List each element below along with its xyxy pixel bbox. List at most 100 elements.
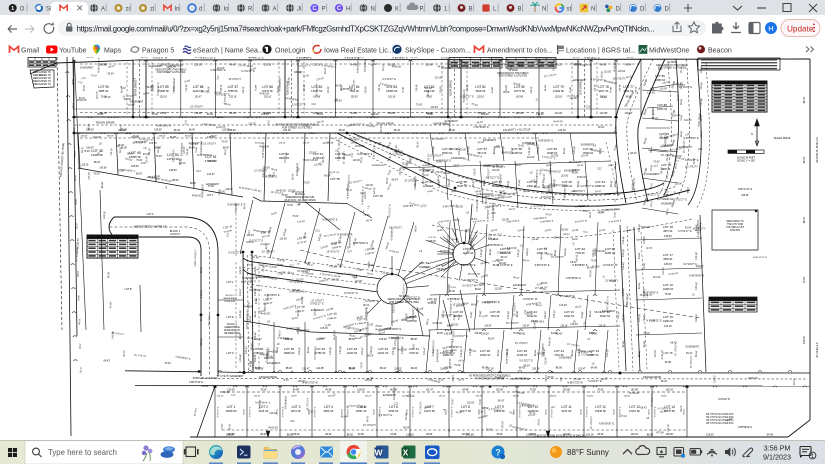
svg-text:68.42': 68.42': [597, 434, 604, 436]
svg-text:8506 SF: 8506 SF: [663, 258, 673, 261]
svg-text:N 89°58'00" E: N 89°58'00" E: [436, 160, 452, 163]
svg-text:D: D: [616, 7, 621, 13]
svg-text:75.00': 75.00': [164, 362, 171, 365]
svg-text:125.00': 125.00': [123, 98, 131, 101]
svg-text:125.00': 125.00': [581, 154, 590, 157]
svg-text:S 89°27'33" E: S 89°27'33" E: [460, 264, 475, 267]
svg-text:EASEMENT: EASEMENT: [267, 362, 281, 365]
svg-text:75.00': 75.00': [367, 323, 374, 326]
svg-text:N 89°58'00" E: N 89°58'00" E: [599, 422, 615, 425]
svg-text:75.00': 75.00': [136, 159, 143, 162]
svg-text:S 0°02'27" E: S 0°02'27" E: [441, 315, 455, 318]
svg-text:75.00': 75.00': [486, 428, 493, 431]
svg-text:EASEMENT: EASEMENT: [581, 143, 595, 146]
svg-text:15' UTILITY: 15' UTILITY: [249, 289, 262, 292]
svg-text:N 89°58'00" E: N 89°58'00" E: [262, 142, 266, 158]
svg-text:75.00': 75.00': [416, 103, 423, 106]
svg-text:68.42': 68.42': [472, 180, 476, 187]
svg-text:135.00': 135.00': [436, 269, 444, 271]
svg-text:75.00': 75.00': [412, 343, 415, 350]
svg-text:88.00': 88.00': [489, 248, 493, 255]
svg-text:R=60.00': R=60.00': [260, 93, 270, 96]
svg-text:64.99': 64.99': [591, 367, 598, 370]
svg-text:68.42': 68.42': [339, 129, 346, 132]
svg-text:GREENSPACE: GREENSPACE: [223, 297, 237, 300]
svg-text:GINGER DRIVE: GINGER DRIVE: [643, 376, 662, 379]
svg-text:88.00': 88.00': [255, 367, 262, 370]
svg-text:75.00': 75.00': [479, 398, 482, 405]
svg-text:FOR STREET & UTILITIES: FOR STREET & UTILITIES: [389, 301, 419, 304]
svg-text:8837 SF: 8837 SF: [663, 230, 673, 233]
svg-text:96.04': 96.04': [493, 265, 500, 267]
svg-text:125.00': 125.00': [264, 302, 267, 311]
svg-text:LOT 33: LOT 33: [347, 347, 358, 351]
svg-text:C12: C12: [284, 152, 287, 157]
svg-text:FOR STREET & UTILITIES: FOR STREET & UTILITIES: [499, 76, 528, 78]
svg-text:131.47': 131.47': [239, 287, 242, 296]
svg-text:EASEMENT: EASEMENT: [451, 157, 465, 160]
svg-text:125.00': 125.00': [373, 408, 375, 415]
svg-text:64.99': 64.99': [109, 301, 112, 308]
svg-text:110.00': 110.00': [430, 106, 438, 109]
svg-text:120.16': 120.16': [283, 129, 291, 132]
svg-text:S 0°02'27" E: S 0°02'27" E: [189, 142, 203, 145]
svg-text:96.04': 96.04': [367, 355, 374, 358]
svg-text:d: d: [199, 7, 202, 13]
svg-text:R=60.00': R=60.00': [482, 302, 492, 305]
svg-text:C12: C12: [586, 105, 591, 108]
svg-text:O: O: [20, 7, 25, 13]
svg-text:1/4 COR: 1/4 COR: [87, 57, 95, 59]
svg-text:R=60.00': R=60.00': [510, 60, 513, 70]
svg-text:LOT 43: LOT 43: [419, 261, 429, 265]
svg-text:1/4 COR: 1/4 COR: [249, 57, 257, 59]
svg-text:96.04': 96.04': [543, 187, 550, 190]
svg-text:125.00': 125.00': [88, 171, 91, 180]
svg-text:75.00': 75.00': [597, 390, 604, 392]
svg-text:120.16': 120.16': [278, 143, 286, 145]
svg-text:N 89°17'21" E: N 89°17'21" E: [753, 257, 767, 259]
svg-text:120.16': 120.16': [594, 84, 596, 92]
svg-text:N 89°58'00" E: N 89°58'00" E: [487, 206, 491, 222]
svg-text:75.00': 75.00': [643, 332, 650, 335]
svg-text:110.00': 110.00': [662, 145, 670, 148]
svg-text:Amendment to clos...: Amendment to clos...: [487, 47, 553, 54]
svg-text:S 0°02'27" E: S 0°02'27" E: [531, 320, 545, 323]
svg-text:S 0°02'27" E: S 0°02'27" E: [588, 380, 602, 383]
svg-text:110.00': 110.00': [357, 390, 365, 392]
svg-text:15' UTILITY: 15' UTILITY: [613, 78, 626, 81]
svg-text:68.42': 68.42': [260, 434, 267, 436]
svg-text:96.04': 96.04': [143, 153, 150, 156]
svg-text:R=60.00': R=60.00': [192, 195, 202, 198]
svg-text:N 89°58'00" E: N 89°58'00" E: [262, 175, 278, 178]
svg-text:142.68': 142.68': [622, 287, 625, 296]
svg-text:64.99': 64.99': [207, 113, 214, 116]
svg-text:GINGER DRIVE: GINGER DRIVE: [259, 376, 278, 379]
svg-text:LOT 3: LOT 3: [292, 405, 301, 409]
svg-text:125.00': 125.00': [222, 130, 230, 132]
svg-text:88.00': 88.00': [638, 350, 642, 357]
svg-text:EASEMENT: EASEMENT: [414, 176, 417, 190]
svg-text:125.00': 125.00': [297, 380, 305, 383]
svg-text:LOT 24: LOT 24: [554, 349, 565, 353]
svg-text:120.16': 120.16': [239, 309, 242, 318]
svg-text:68.42': 68.42': [136, 174, 143, 176]
svg-text:N 89°58'00" E: N 89°58'00" E: [348, 233, 352, 249]
svg-text:TEGAN DRIVE: TEGAN DRIVE: [96, 120, 115, 124]
svg-text:68.42': 68.42': [661, 396, 667, 398]
svg-text:125.00': 125.00': [250, 342, 253, 351]
svg-text:LOT 18: LOT 18: [663, 225, 673, 229]
svg-text:96.04': 96.04': [545, 374, 548, 381]
svg-text:N 89°58'00" E: N 89°58'00" E: [643, 292, 659, 295]
svg-text:S 0°02'27" E: S 0°02'27" E: [515, 377, 529, 380]
svg-text:110.00': 110.00': [394, 369, 402, 371]
svg-text:EASEMENT: EASEMENT: [284, 395, 287, 409]
svg-text:Iowa Real Estate Lic...: Iowa Real Estate Lic...: [324, 47, 394, 54]
svg-text:88.00': 88.00': [647, 434, 654, 437]
svg-text:N 89°58'00" E: N 89°58'00" E: [264, 294, 280, 297]
svg-text:75.00': 75.00': [653, 161, 660, 164]
svg-text:11076 SF: 11076 SF: [424, 409, 435, 413]
svg-text:DEDICATED TO THE PUBLIC: DEDICATED TO THE PUBLIC: [155, 68, 187, 71]
svg-text:15' UTILITY: 15' UTILITY: [172, 149, 175, 162]
svg-text:68.42': 68.42': [291, 173, 294, 180]
svg-text:120.16': 120.16': [200, 337, 203, 346]
